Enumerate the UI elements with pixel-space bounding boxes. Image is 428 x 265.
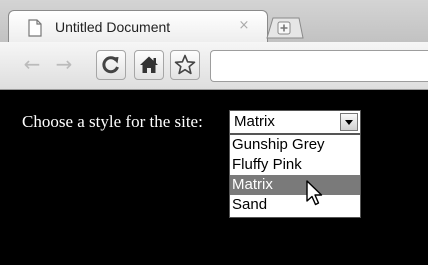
back-button[interactable]: ← <box>20 50 44 78</box>
option-matrix[interactable]: Matrix <box>230 175 360 195</box>
page-content: Choose a style for the site: Matrix Guns… <box>0 90 428 265</box>
address-bar[interactable] <box>210 50 428 82</box>
chevron-down-icon <box>345 120 353 125</box>
new-tab-button[interactable] <box>265 16 305 40</box>
reload-icon <box>102 56 119 74</box>
forward-button[interactable]: → <box>52 50 76 78</box>
style-select-arrow-button[interactable] <box>340 113 358 131</box>
home-button[interactable] <box>134 50 164 80</box>
style-label: Choose a style for the site: <box>22 112 203 131</box>
option-sand[interactable]: Sand <box>230 195 360 215</box>
bookmark-button[interactable] <box>170 50 200 80</box>
tab-title: Untitled Document <box>55 19 171 35</box>
option-fluffy-pink[interactable]: Fluffy Pink <box>230 155 360 175</box>
toolbar: ← → <box>0 42 428 90</box>
style-dropdown-list: Gunship Grey Fluffy Pink Matrix Sand <box>229 134 361 218</box>
tab-close-icon[interactable]: × <box>235 17 253 35</box>
style-select[interactable]: Matrix <box>229 110 361 134</box>
mouse-pointer-icon <box>306 180 323 206</box>
reload-button[interactable] <box>96 50 126 80</box>
tab-untitled-document[interactable]: Untitled Document × <box>8 10 268 42</box>
style-select-value: Matrix <box>234 113 275 130</box>
browser-window: Untitled Document × ← → Choose a style f… <box>0 0 428 265</box>
option-gunship-grey[interactable]: Gunship Grey <box>230 135 360 155</box>
home-icon <box>140 56 158 73</box>
tab-strip: Untitled Document × <box>0 0 428 42</box>
page-icon <box>28 19 42 37</box>
star-icon <box>174 54 196 75</box>
